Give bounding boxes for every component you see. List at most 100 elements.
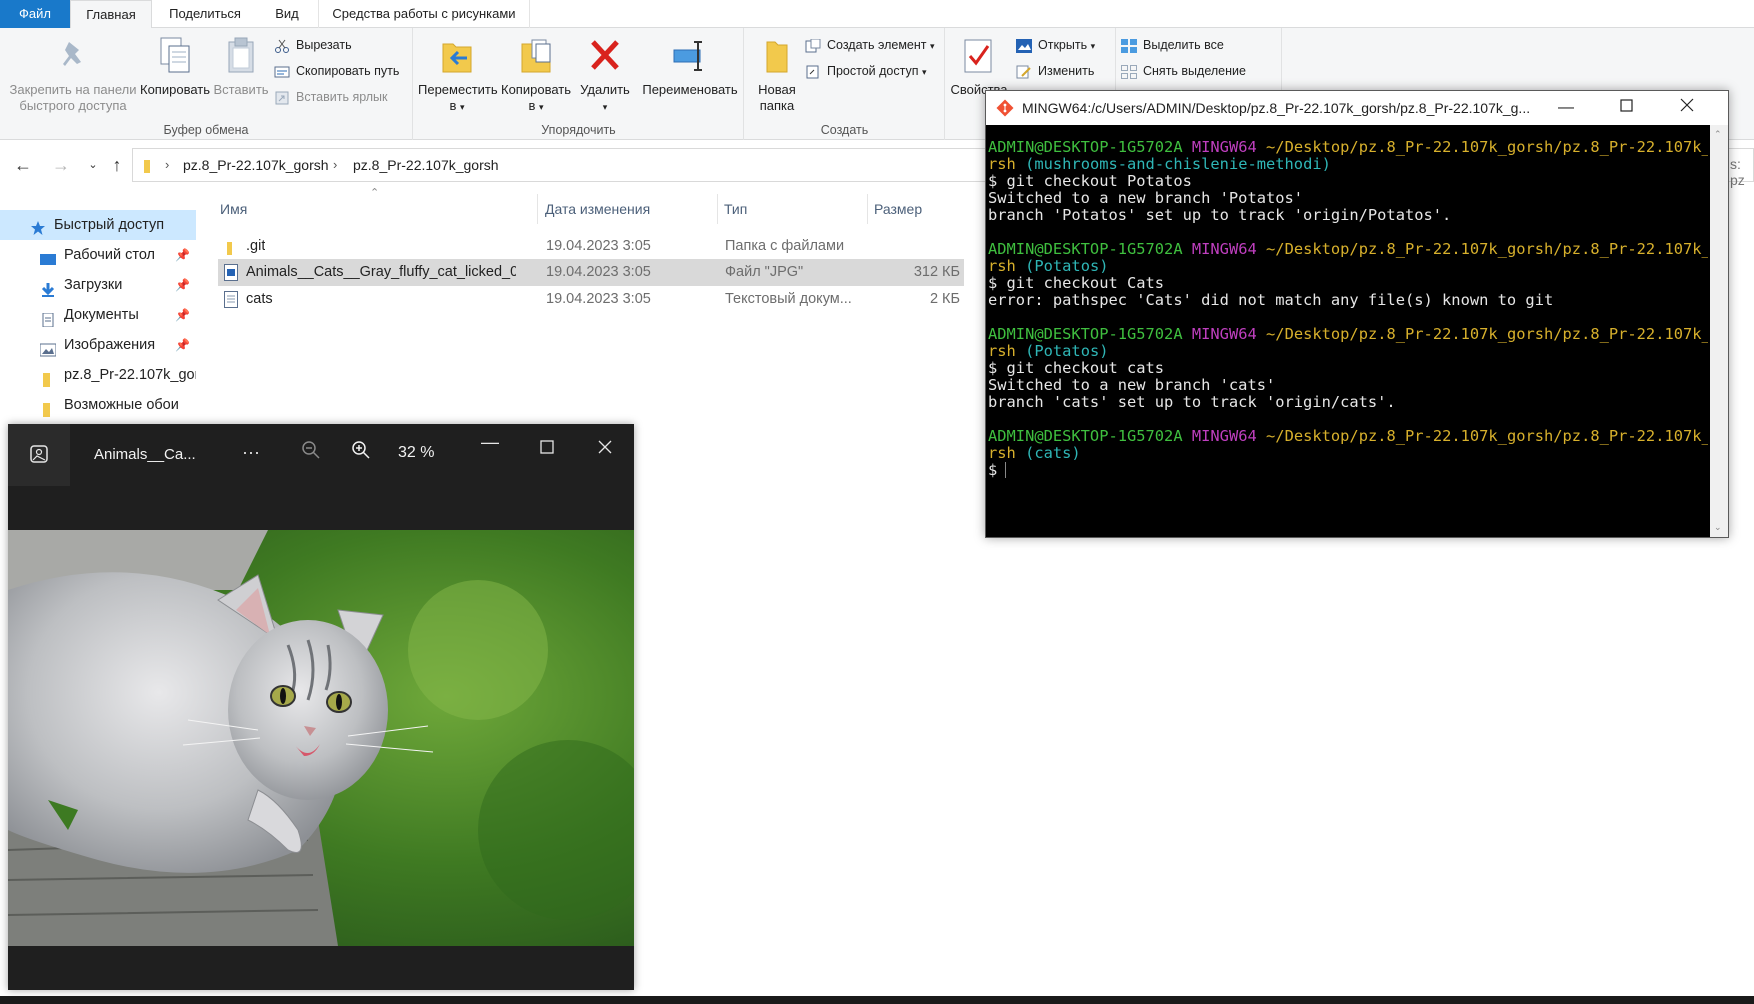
pin-icon[interactable]: 📌 <box>175 240 190 270</box>
column-divider[interactable] <box>867 194 868 224</box>
taskbar-edge <box>0 996 1754 1004</box>
column-header-size[interactable]: Размер <box>874 196 922 222</box>
file-row[interactable]: Animals__Cats__Gray_fluffy_cat_licked_0.… <box>218 259 964 286</box>
recent-locations-chevron-icon[interactable]: ⌄ <box>80 148 106 182</box>
paste-icon <box>223 36 259 76</box>
paste-button[interactable]: Вставить <box>212 32 270 98</box>
close-icon[interactable] <box>1664 95 1710 121</box>
select-none-icon <box>1121 64 1137 79</box>
sidebar-item-pictures[interactable]: Изображения 📌 <box>0 330 196 360</box>
input-line[interactable]: $ <box>988 462 1708 479</box>
new-folder-label-2: папка <box>759 98 795 113</box>
tab-file[interactable]: Файл <box>0 0 70 28</box>
up-arrow-icon[interactable]: ↑ <box>104 148 130 182</box>
rename-button[interactable]: Переименовать <box>638 32 742 98</box>
photos-app-icon <box>8 424 70 486</box>
terminal-scrollbar[interactable]: ⌃ ⌄ <box>1710 125 1728 537</box>
copy-path-icon <box>274 64 290 78</box>
download-arrow-icon <box>40 278 56 297</box>
file-row[interactable]: cats 19.04.2023 3:05 Текстовый докум... … <box>218 286 964 313</box>
move-folder-icon <box>439 36 475 76</box>
easy-access-button[interactable]: Простой доступ ▾ <box>803 60 927 82</box>
sidebar-item-documents[interactable]: Документы 📌 <box>0 300 196 330</box>
pin-to-quick-access-button[interactable]: Закрепить на панели быстрого доступа <box>6 32 140 114</box>
select-none-button[interactable]: Снять выделение <box>1119 60 1246 82</box>
file-type: Текстовый докум... <box>725 291 852 307</box>
tab-home[interactable]: Главная <box>70 0 152 29</box>
back-arrow-icon[interactable]: ← <box>10 148 36 182</box>
sidebar-item-wallpapers[interactable]: Возможные обои <box>0 390 196 420</box>
file-size: 312 КБ <box>913 264 960 280</box>
close-icon[interactable] <box>590 438 620 459</box>
prompt-line-cont: rsh (Potatos) <box>988 342 1109 360</box>
tab-share[interactable]: Поделиться <box>155 0 255 28</box>
zoom-in-icon[interactable] <box>346 440 376 465</box>
sidebar-item-label: pz.8_Pr-22.107k_gor <box>64 367 196 383</box>
copy-to-button[interactable]: Копировать в ▾ <box>498 32 574 115</box>
move-to-button[interactable]: Переместить в ▾ <box>418 32 498 115</box>
prompt-line-cont: rsh (Potatos) <box>988 257 1109 275</box>
minimize-icon[interactable]: — <box>475 432 505 453</box>
pin-label-2: быстрого доступа <box>19 98 127 113</box>
column-divider[interactable] <box>717 194 718 224</box>
sidebar-item-desktop[interactable]: Рабочий стол 📌 <box>0 240 196 270</box>
column-header-date[interactable]: Дата изменения <box>545 196 650 222</box>
git-branch: (Potatos) <box>1025 342 1109 360</box>
file-type: Файл "JPG" <box>725 264 804 280</box>
scroll-up-icon[interactable]: ⌃ <box>1714 129 1722 140</box>
search-box-partial[interactable]: s: pz <box>1730 156 1754 188</box>
maximize-icon[interactable] <box>1603 95 1649 121</box>
sort-chevron-up-icon: ⌃ <box>370 187 380 199</box>
prompt-user: ADMIN@DESKTOP-1G5702A <box>988 139 1183 156</box>
pin-icon[interactable]: 📌 <box>175 270 190 300</box>
folder-icon <box>40 398 56 417</box>
breadcrumb-item[interactable]: pz.8_Pr-22.107k_gorsh <box>183 157 329 173</box>
sidebar-item-label: Документы <box>64 307 139 323</box>
column-header-name[interactable]: Имя <box>220 196 247 222</box>
zoom-out-icon[interactable] <box>296 440 326 465</box>
terminal-output[interactable]: ADMIN@DESKTOP-1G5702A MINGW64 ~/Desktop/… <box>988 139 1708 529</box>
file-row[interactable]: .git 19.04.2023 3:05 Папка с файлами <box>218 233 964 260</box>
properties-button[interactable]: Свойства <box>950 32 1008 98</box>
ribbon-tab-bar: Файл Главная Поделиться Вид Средства раб… <box>0 0 1754 29</box>
pin-icon[interactable]: 📌 <box>175 330 190 360</box>
more-options-icon[interactable]: ··· <box>236 442 266 463</box>
copy-path-button[interactable]: Скопировать путь <box>272 60 399 82</box>
delete-button[interactable]: Удалить ▾ <box>580 32 630 115</box>
git-bash-title: MINGW64:/c/Users/ADMIN/Desktop/pz.8_Pr-2… <box>1022 100 1531 116</box>
forward-arrow-icon[interactable]: → <box>48 148 74 182</box>
copy-button[interactable]: Копировать <box>138 32 212 98</box>
column-header-type[interactable]: Тип <box>724 196 747 222</box>
sidebar-item-downloads[interactable]: Загрузки 📌 <box>0 270 196 300</box>
paste-shortcut-button[interactable]: Вставить ярлык <box>272 86 388 108</box>
new-folder-button[interactable]: Новая папка <box>749 32 805 114</box>
sidebar-item-label: Возможные обои <box>64 397 179 413</box>
select-all-button[interactable]: Выделить все <box>1119 34 1224 56</box>
breadcrumb-item[interactable]: pz.8_Pr-22.107k_gorsh <box>353 157 499 173</box>
file-date: 19.04.2023 3:05 <box>546 264 651 280</box>
column-divider[interactable] <box>537 194 538 224</box>
maximize-icon[interactable] <box>532 438 562 459</box>
copy-label: Копировать <box>140 82 210 97</box>
clipboard-group-label: Буфер обмена <box>163 123 249 137</box>
prompt-line: ADMIN@DESKTOP-1G5702A MINGW64 ~/Desktop/… <box>988 325 1708 343</box>
open-button[interactable]: Открыть ▾ <box>1014 34 1095 56</box>
cut-button[interactable]: Вырезать <box>272 34 352 56</box>
copy-path-label: Скопировать путь <box>296 64 400 78</box>
tab-picture-tools[interactable]: Средства работы с рисунками <box>318 0 530 28</box>
new-item-button[interactable]: Создать элемент ▾ <box>803 34 935 56</box>
red-x-delete-icon <box>587 36 623 76</box>
text-file-icon <box>224 291 238 318</box>
sidebar-item-quick-access[interactable]: Быстрый доступ <box>0 210 196 240</box>
minimize-icon[interactable]: — <box>1543 95 1589 121</box>
tab-view[interactable]: Вид <box>258 0 316 28</box>
paste-shortcut-label: Вставить ярлык <box>296 90 388 104</box>
edit-button[interactable]: Изменить <box>1014 60 1094 82</box>
new-folder-label-1: Новая <box>758 82 796 97</box>
sidebar-item-label: Быстрый доступ <box>54 217 165 233</box>
sidebar-item-project-folder[interactable]: pz.8_Pr-22.107k_gor <box>0 360 196 390</box>
cut-label: Вырезать <box>296 38 352 52</box>
delete-dropdown[interactable]: ▾ <box>580 98 630 115</box>
pin-icon[interactable]: 📌 <box>175 300 190 330</box>
scroll-down-icon[interactable]: ⌄ <box>1714 522 1722 533</box>
